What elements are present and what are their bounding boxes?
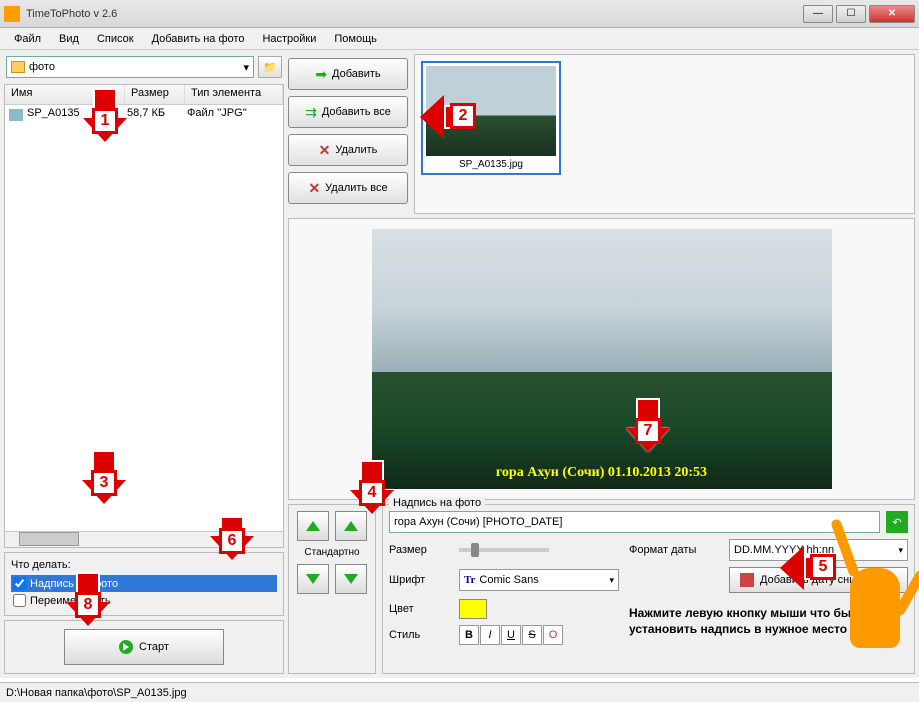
underline-button[interactable]: U (501, 625, 521, 645)
start-group: Старт (4, 620, 284, 674)
menu-view[interactable]: Вид (51, 31, 87, 47)
thumbnail-image (426, 66, 556, 156)
caption-group-label: Надпись на фото (389, 497, 485, 509)
minimize-button[interactable]: — (803, 5, 833, 23)
col-name[interactable]: Имя (5, 85, 125, 104)
revert-button[interactable]: ↶ (886, 511, 908, 533)
color-button[interactable] (459, 599, 487, 619)
dateformat-label: Формат даты (629, 544, 719, 556)
folder-up-icon: 📁 (263, 61, 277, 74)
move-up-right-button[interactable] (335, 511, 367, 541)
caption-checkbox[interactable] (13, 577, 26, 590)
delete-all-icon: ✕ (308, 180, 320, 197)
file-name: SP_A0135 (27, 107, 127, 123)
undo-icon: ↶ (892, 516, 901, 529)
chevron-down-icon: ▾ (609, 575, 614, 586)
add-date-button[interactable]: Добавить дату снимка (729, 567, 908, 593)
instruction-text: Нажмите левую кнопку мыши что бы установ… (629, 606, 908, 637)
menubar: Файл Вид Список Добавить на фото Настрой… (0, 28, 919, 50)
date-stamp: гора Ахун (Сочи) 01.10.2013 20:53 (372, 465, 832, 481)
standard-label: Стандартно (304, 547, 359, 558)
dateformat-combo[interactable]: DD.MM.YYYY hh:nn ▾ (729, 539, 908, 561)
thumbnail-panel: SP_A0135.jpg (414, 54, 915, 214)
font-icon: Tr (464, 574, 475, 586)
delete-button[interactable]: ✕ Удалить (288, 134, 408, 166)
folder-up-button[interactable]: 📁 (258, 56, 282, 78)
style-label: Стиль (389, 629, 449, 641)
image-file-icon (9, 109, 23, 121)
menu-file[interactable]: Файл (6, 31, 49, 47)
menu-add[interactable]: Добавить на фото (144, 31, 253, 47)
delete-icon: ✕ (319, 142, 331, 159)
move-down-left-button[interactable] (297, 564, 329, 594)
italic-button[interactable]: I (480, 625, 500, 645)
font-combo[interactable]: Tr Comic Sans ▾ (459, 569, 619, 591)
todo-group: Что делать: Надпись на фото Переименоват… (4, 552, 284, 616)
add-all-icon: ⇉ (305, 104, 317, 121)
file-size: 58,7 КБ (127, 107, 187, 123)
folder-name: фото (29, 61, 55, 73)
play-icon (119, 640, 133, 654)
menu-settings[interactable]: Настройки (254, 31, 324, 47)
col-type[interactable]: Тип элемента (185, 85, 283, 104)
arrow-right-icon: ➡ (315, 66, 327, 83)
file-type: Файл ''JPG'' (187, 107, 283, 123)
option-caption[interactable]: Надпись на фото (11, 575, 277, 592)
status-path: D:\Новая папка\фото\SP_A0135.jpg (6, 687, 187, 699)
bold-button[interactable]: B (459, 625, 479, 645)
caption-group: Надпись на фото ↶ Размер Формат даты DD.… (382, 504, 915, 674)
color-label: Цвет (389, 603, 449, 615)
position-controls: Стандартно (288, 504, 376, 674)
folder-icon (11, 61, 25, 73)
file-row[interactable]: SP_A0135 58,7 КБ Файл ''JPG'' (5, 105, 283, 125)
thumbnail-caption: SP_A0135.jpg (426, 156, 556, 170)
font-label: Шрифт (389, 574, 449, 586)
move-down-right-button[interactable] (335, 564, 367, 594)
size-slider[interactable] (459, 548, 549, 552)
file-list[interactable]: Имя Размер Тип элемента SP_A0135 58,7 КБ… (4, 84, 284, 548)
preview-image[interactable]: гора Ахун (Сочи) 01.10.2013 20:53 (372, 229, 832, 489)
titlebar: TimeToPhoto v 2.6 — ☐ ✕ (0, 0, 919, 28)
todo-label: Что делать: (11, 559, 277, 571)
add-all-button[interactable]: ⇉ Добавить все (288, 96, 408, 128)
thumbnail[interactable]: SP_A0135.jpg (421, 61, 561, 175)
folder-combo[interactable]: фото ▾ (6, 56, 254, 78)
calendar-icon (740, 573, 754, 587)
delete-all-button[interactable]: ✕ Удалить все (288, 172, 408, 204)
window-title: TimeToPhoto v 2.6 (26, 8, 803, 20)
chevron-down-icon: ▾ (243, 61, 249, 74)
strike-button[interactable]: S (522, 625, 542, 645)
menu-help[interactable]: Помощь (326, 31, 385, 47)
maximize-button[interactable]: ☐ (836, 5, 866, 23)
add-button[interactable]: ➡ Добавить (288, 58, 408, 90)
statusbar: D:\Новая папка\фото\SP_A0135.jpg (0, 682, 919, 702)
preview-panel[interactable]: гора Ахун (Сочи) 01.10.2013 20:53 (288, 218, 915, 500)
outline-button[interactable]: O (543, 625, 563, 645)
rename-checkbox[interactable] (13, 594, 26, 607)
chevron-down-icon: ▾ (898, 545, 903, 556)
menu-list[interactable]: Список (89, 31, 142, 47)
size-label: Размер (389, 544, 449, 556)
horizontal-scrollbar[interactable] (5, 531, 283, 547)
move-up-left-button[interactable] (297, 511, 329, 541)
col-size[interactable]: Размер (125, 85, 185, 104)
close-button[interactable]: ✕ (869, 5, 915, 23)
app-icon (4, 6, 20, 22)
caption-input[interactable] (389, 511, 880, 533)
start-button[interactable]: Старт (64, 629, 224, 665)
option-rename[interactable]: Переименовать (11, 592, 277, 609)
